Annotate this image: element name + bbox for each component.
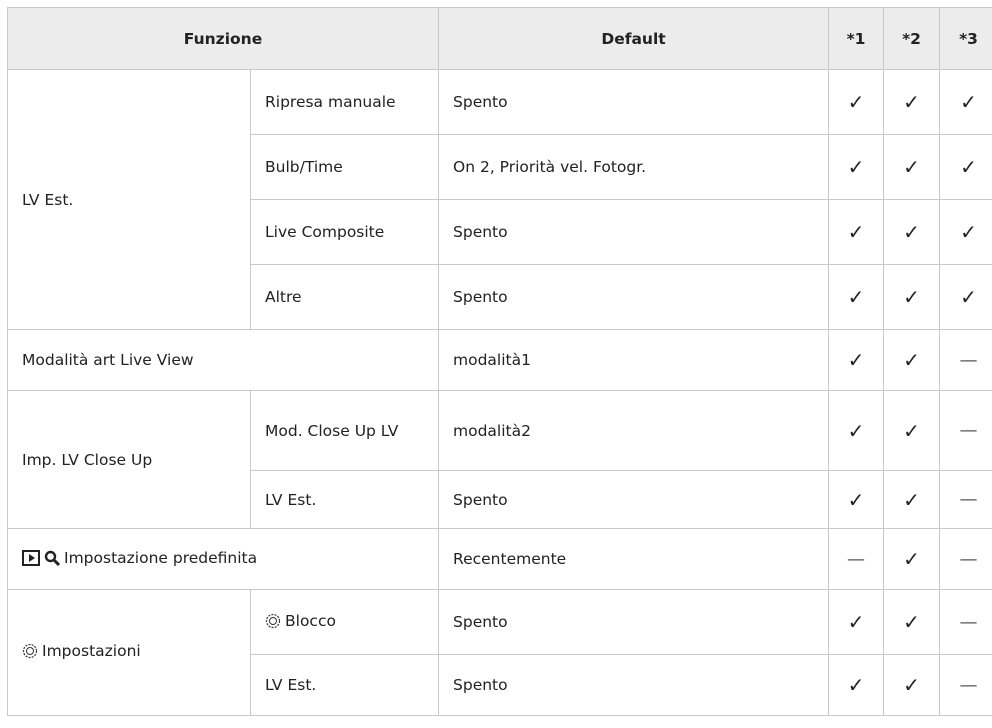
check-icon: ✓ (828, 470, 885, 529)
check-icon: ✓ (883, 199, 941, 265)
check-icon: ✓ (883, 329, 941, 391)
dash-icon: — (939, 329, 992, 391)
header-col1: *1 (828, 7, 885, 70)
default-value: modalità1 (438, 329, 830, 391)
sub-blocco: Blocco (249, 589, 440, 655)
default-value: Spento (438, 470, 830, 529)
check-icon: ✓ (828, 589, 885, 655)
check-icon: ✓ (939, 199, 992, 265)
default-value: modalità2 (438, 390, 830, 471)
check-icon: ✓ (883, 654, 941, 716)
header-col3: *3 (939, 7, 992, 70)
dash-icon: — (939, 589, 992, 655)
default-value: On 2, Priorità vel. Fotogr. (438, 134, 830, 200)
table-header-row: Funzione Default *1 *2 *3 (6, 7, 992, 70)
default-value: Spento (438, 654, 830, 716)
header-function: Funzione (6, 7, 440, 70)
check-icon: ✓ (883, 470, 941, 529)
check-icon: ✓ (883, 589, 941, 655)
dial-label: Impostazioni (42, 642, 141, 660)
check-icon: ✓ (939, 264, 992, 330)
group-lv-est: LV Est. (7, 69, 251, 330)
group-art-live-view: Modalità art Live View (6, 329, 440, 391)
group-dial: Impostazioni (7, 589, 251, 716)
default-value: Spento (438, 199, 830, 265)
check-icon: ✓ (828, 390, 885, 471)
check-icon: ✓ (828, 654, 885, 716)
table-row: Modalità art Live View modalità1 ✓ ✓ — (6, 329, 992, 391)
sub-bulb: Bulb/Time (249, 134, 440, 200)
check-icon: ✓ (883, 134, 941, 200)
check-icon: ✓ (883, 390, 941, 471)
dash-icon: — (939, 654, 992, 716)
dash-icon: — (939, 390, 992, 471)
group-playback: Impostazione predefinita (6, 528, 440, 590)
group-close-up: Imp. LV Close Up (7, 390, 251, 529)
table-row: Impostazioni Blocco Spento ✓ ✓ — (7, 589, 992, 716)
default-value: Recentemente (438, 528, 830, 590)
check-icon: ✓ (828, 69, 885, 135)
magnify-icon (44, 550, 61, 570)
dash-icon: — (939, 470, 992, 529)
header-col2: *2 (883, 7, 941, 70)
check-icon: ✓ (828, 199, 885, 265)
check-icon: ✓ (939, 134, 992, 200)
default-value: Spento (438, 69, 830, 135)
settings-table: Funzione Default *1 *2 *3 LV Est. Ripres… (6, 7, 992, 716)
default-value: Spento (438, 589, 830, 655)
playback-label: Impostazione predefinita (64, 548, 258, 567)
sub-altre: Altre (249, 264, 440, 330)
header-default: Default (438, 7, 830, 70)
dash-icon: — (939, 528, 992, 590)
dial-icon (22, 643, 38, 663)
sub-mod-close-up: Mod. Close Up LV (249, 390, 440, 471)
dial-icon (265, 613, 281, 633)
table-row: Impostazione predefinita Recentemente — … (6, 528, 992, 590)
check-icon: ✓ (828, 134, 885, 200)
table-row: Imp. LV Close Up Mod. Close Up LV modali… (7, 390, 992, 529)
sub-live-composite: Live Composite (249, 199, 440, 265)
check-icon: ✓ (828, 329, 885, 391)
default-value: Spento (438, 264, 830, 330)
check-icon: ✓ (883, 528, 941, 590)
check-icon: ✓ (883, 69, 941, 135)
playback-icon (22, 549, 40, 570)
table-row: LV Est. Ripresa manuale Spento ✓ ✓ ✓ (7, 69, 992, 330)
sub-lv-est: LV Est. (249, 654, 440, 716)
check-icon: ✓ (939, 69, 992, 135)
sub-ripresa: Ripresa manuale (249, 69, 440, 135)
check-icon: ✓ (828, 264, 885, 330)
dash-icon: — (828, 528, 885, 590)
check-icon: ✓ (883, 264, 941, 330)
sub-blocco-label: Blocco (285, 611, 336, 630)
sub-lv-est: LV Est. (249, 470, 440, 529)
